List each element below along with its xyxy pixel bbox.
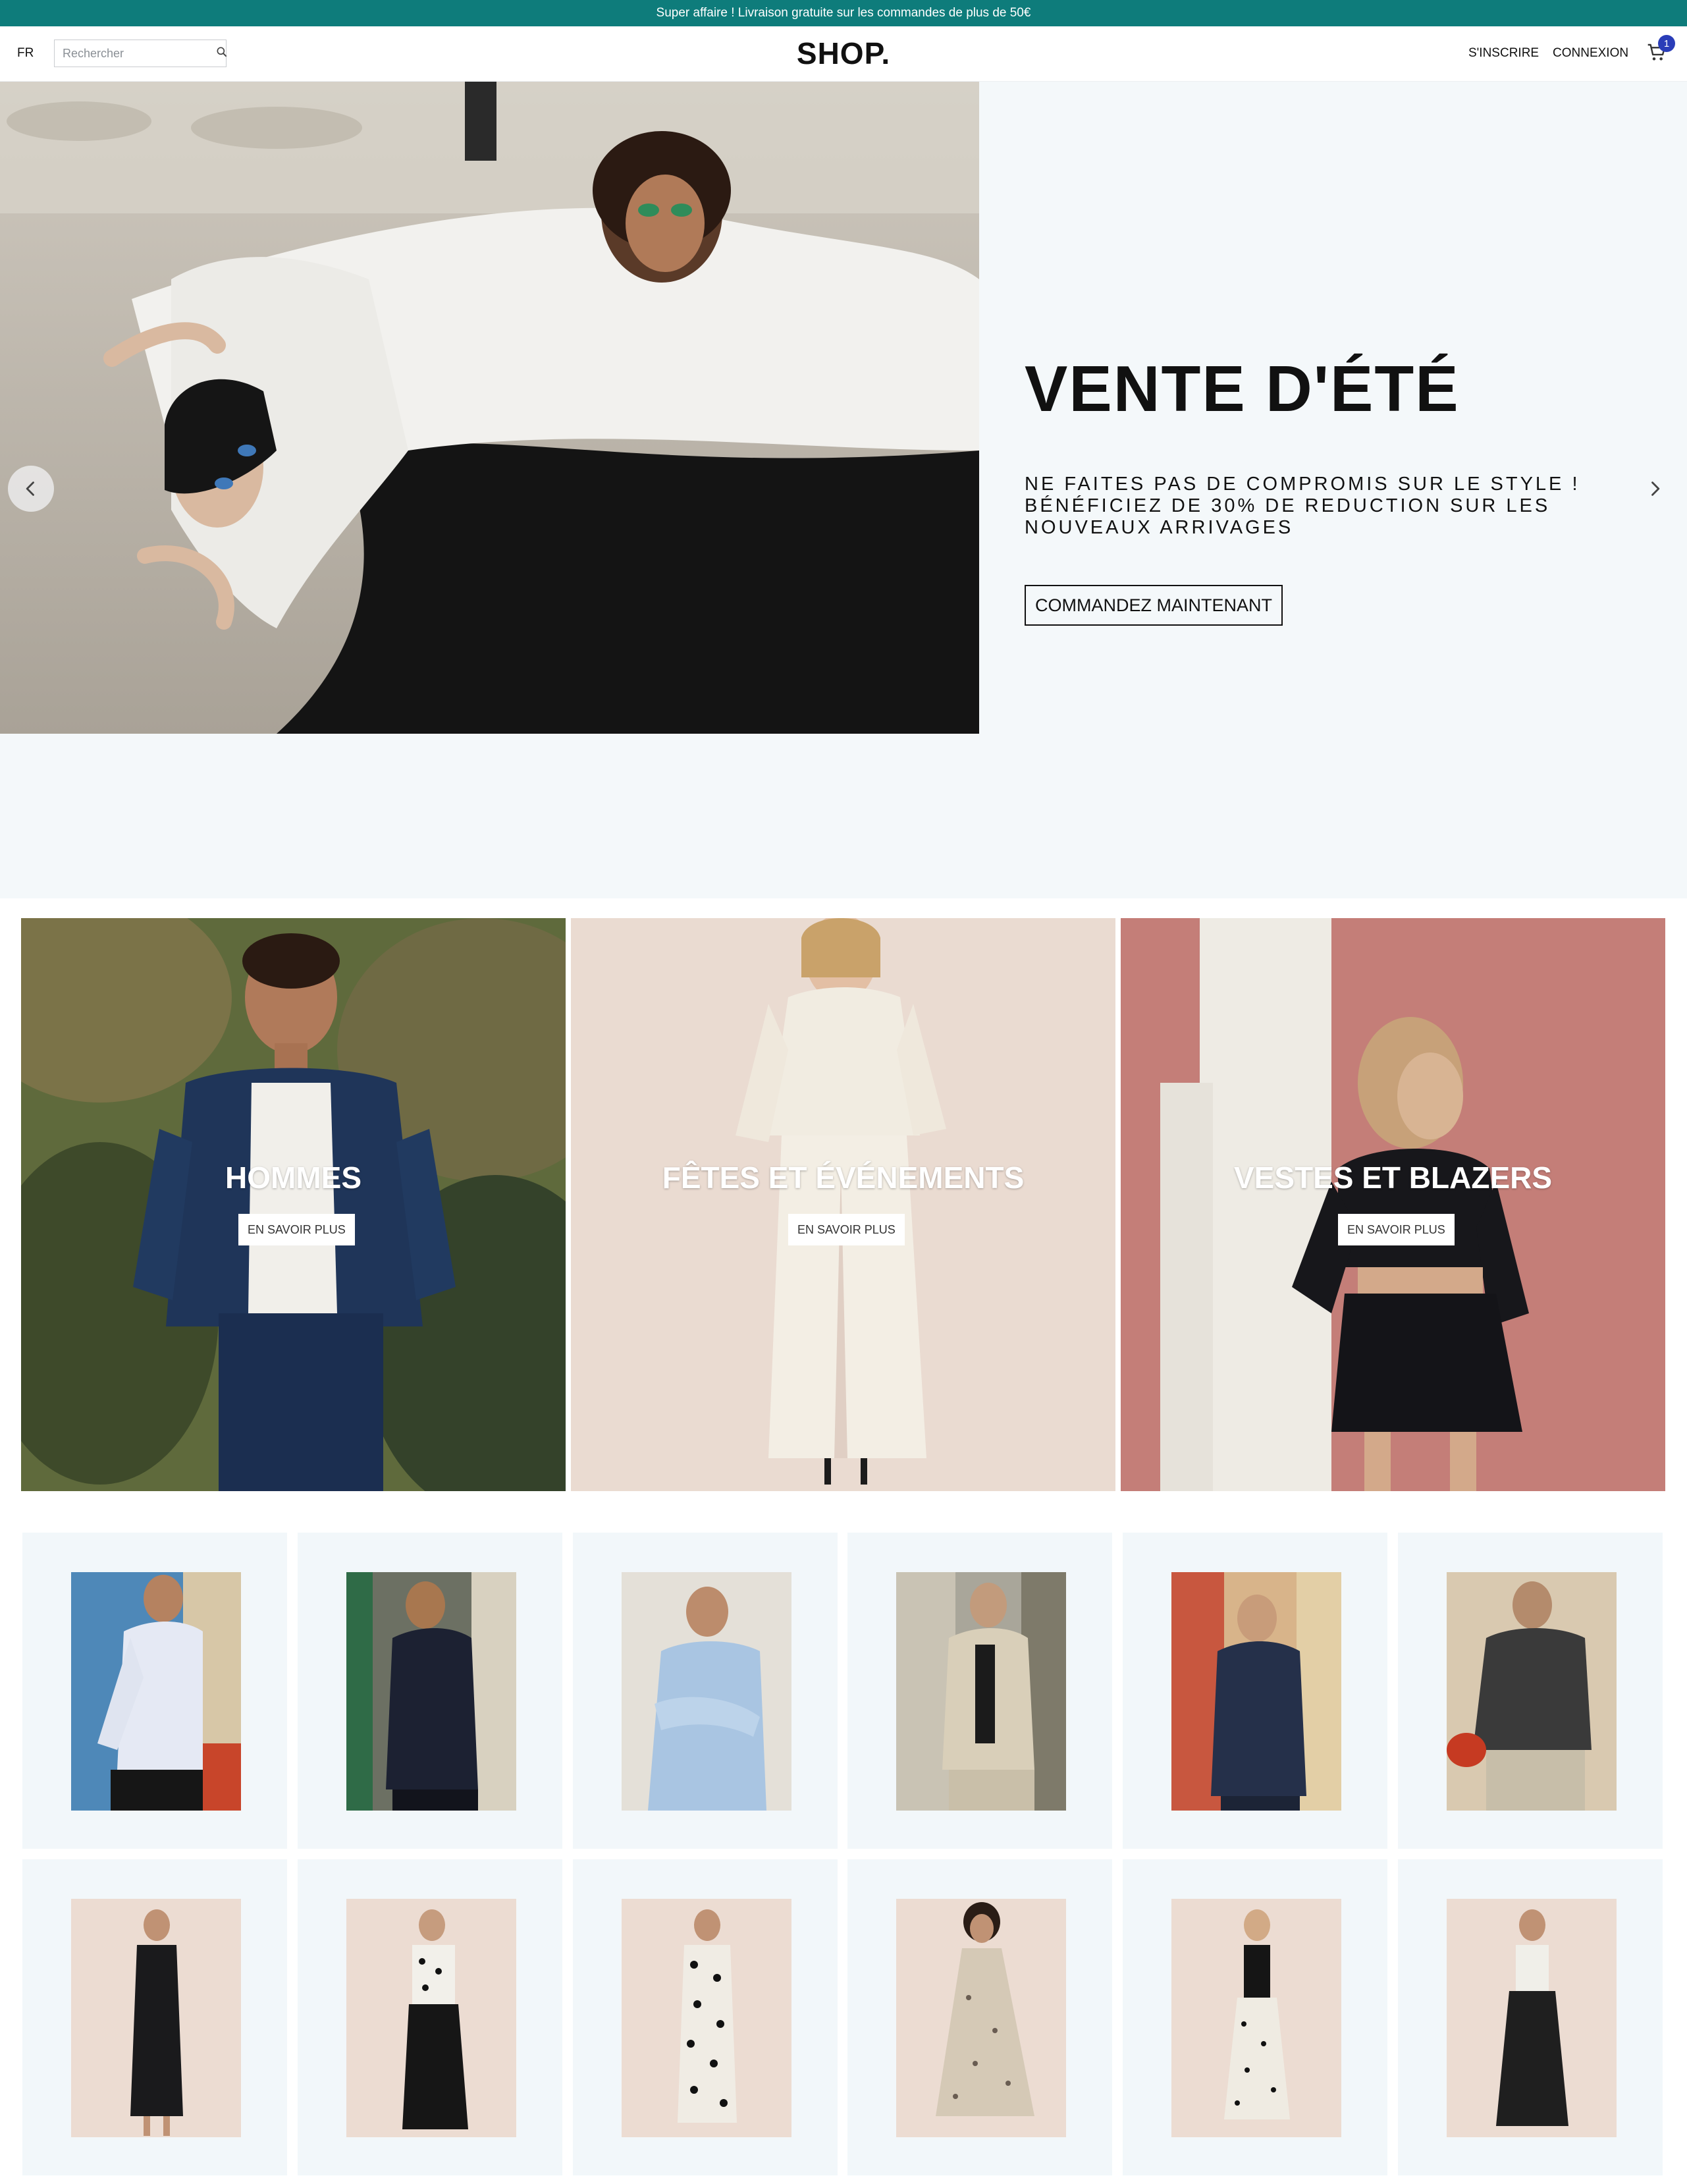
category-title: FÊTES ET ÉVÉNEMENTS [662, 1160, 1025, 1195]
product-card[interactable] [573, 1859, 838, 2175]
product-image[interactable] [896, 1572, 1066, 1811]
category-title: VESTES ET BLAZERS [1233, 1160, 1553, 1195]
product-image[interactable] [346, 1572, 516, 1811]
category-card-events[interactable]: FÊTES ET ÉVÉNEMENTS EN SAVOIR PLUS [571, 918, 1115, 1491]
product-image[interactable] [71, 1899, 241, 2137]
product-image[interactable] [1447, 1572, 1617, 1811]
announcement-bar: Super affaire ! Livraison gratuite sur l… [0, 0, 1687, 26]
category-image-events [571, 918, 1115, 1491]
product-card[interactable] [22, 1859, 287, 2175]
hero-subtitle-line-1: NE FAITES PAS DE COMPROMIS SUR LE STYLE … [1025, 474, 1580, 495]
product-image[interactable] [622, 1572, 791, 1811]
hero-title: VENTE D'ÉTÉ [1025, 352, 1460, 425]
learn-more-button[interactable]: EN SAVOIR PLUS [788, 1214, 905, 1245]
site-header: FR SHOP. S'INSCRIRE CONNEXION 1 [0, 26, 1687, 82]
learn-more-button[interactable]: EN SAVOIR PLUS [238, 1214, 355, 1245]
product-image[interactable] [896, 1899, 1066, 2137]
product-card[interactable] [22, 1533, 287, 1849]
search-icon[interactable] [215, 45, 228, 62]
shop-now-button[interactable]: COMMANDEZ MAINTENANT [1025, 585, 1283, 626]
product-card[interactable] [298, 1533, 562, 1849]
hero-banner: VENTE D'ÉTÉ NE FAITES PAS DE COMPROMIS S… [0, 82, 1687, 898]
product-card[interactable] [1123, 1533, 1387, 1849]
hero-subtitle-line-2: BÉNÉFICIEZ DE 30% DE REDUCTION SUR LES N… [1025, 495, 1551, 538]
category-image-jackets [1121, 918, 1665, 1491]
search-box[interactable] [54, 40, 227, 67]
product-card[interactable] [847, 1533, 1112, 1849]
chevron-right-icon[interactable] [1632, 466, 1678, 512]
product-image[interactable] [1171, 1899, 1341, 2137]
hero-subtitle: NE FAITES PAS DE COMPROMIS SUR LE STYLE … [1025, 474, 1630, 539]
category-card-men[interactable]: HOMMES EN SAVOIR PLUS [21, 918, 566, 1491]
announcement-text: Super affaire ! Livraison gratuite sur l… [656, 6, 1031, 20]
learn-more-button[interactable]: EN SAVOIR PLUS [1338, 1214, 1455, 1245]
product-card[interactable] [573, 1533, 838, 1849]
site-logo[interactable]: SHOP. [797, 36, 890, 70]
cart-count-badge: 1 [1658, 35, 1675, 52]
product-image[interactable] [1171, 1572, 1341, 1811]
category-title: HOMMES [225, 1160, 362, 1195]
product-image[interactable] [346, 1899, 516, 2137]
product-card[interactable] [1123, 1859, 1387, 2175]
product-card[interactable] [1398, 1533, 1663, 1849]
product-image[interactable] [1447, 1899, 1617, 2137]
login-link[interactable]: CONNEXION [1553, 46, 1628, 61]
product-card[interactable] [298, 1859, 562, 2175]
category-card-jackets[interactable]: VESTES ET BLAZERS EN SAVOIR PLUS [1121, 918, 1665, 1491]
chevron-left-icon[interactable] [8, 466, 54, 512]
product-card[interactable] [847, 1859, 1112, 2175]
category-image-men [21, 918, 566, 1491]
signup-link[interactable]: S'INSCRIRE [1468, 46, 1539, 61]
search-input[interactable] [63, 46, 215, 61]
product-card[interactable] [1398, 1859, 1663, 2175]
language-selector[interactable]: FR [17, 46, 34, 61]
product-image[interactable] [622, 1899, 791, 2137]
product-image[interactable] [71, 1572, 241, 1811]
hero-image [0, 82, 979, 734]
